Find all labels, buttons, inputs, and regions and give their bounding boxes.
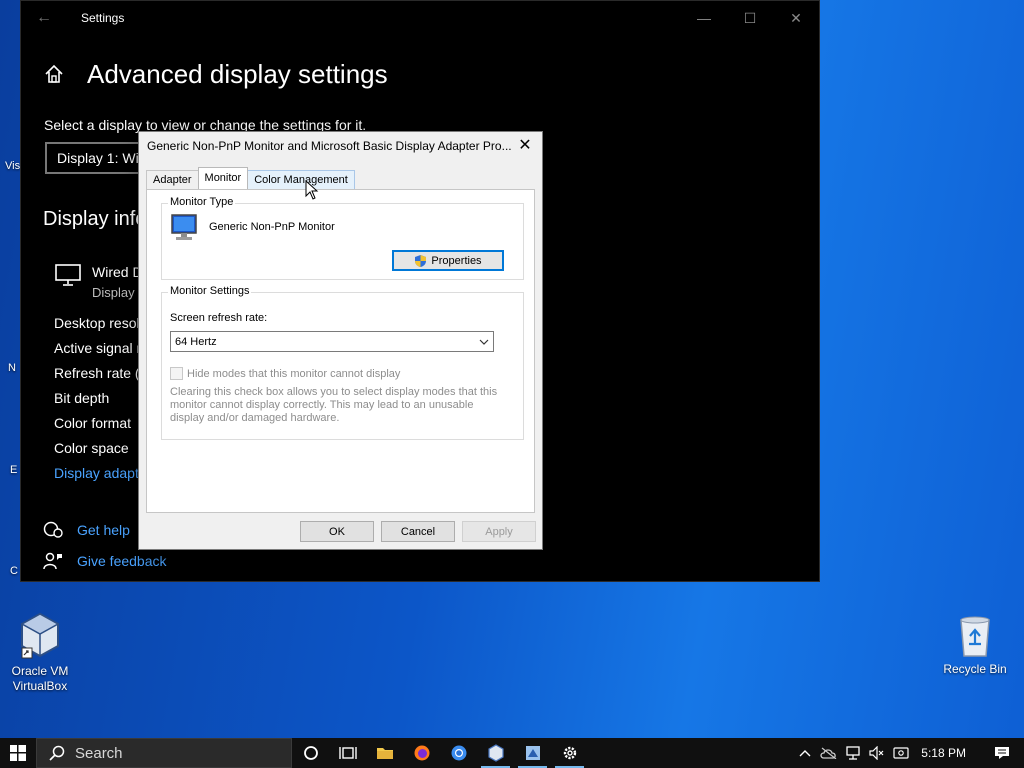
get-help-row[interactable]: Get help bbox=[43, 521, 130, 539]
recycle-bin-label: Recycle Bin bbox=[943, 662, 1007, 676]
firefox-button[interactable] bbox=[403, 738, 440, 768]
taskbar-clock[interactable]: 5:18 PM bbox=[921, 746, 966, 760]
taskbar-search-box[interactable]: Search bbox=[36, 738, 292, 768]
give-feedback-link[interactable]: Give feedback bbox=[77, 553, 167, 569]
info-row: Active signal r bbox=[54, 340, 142, 356]
monitor-icon bbox=[55, 264, 81, 286]
close-icon[interactable]: ✕ bbox=[773, 1, 819, 35]
feedback-person-icon bbox=[43, 552, 62, 570]
chrome-icon bbox=[451, 745, 466, 761]
file-explorer-button[interactable] bbox=[366, 738, 403, 768]
cancel-button[interactable]: Cancel bbox=[381, 521, 455, 542]
properties-button[interactable]: Properties bbox=[392, 250, 504, 271]
monitor-type-group: Monitor Type Generic Non-PnP Monitor Pro… bbox=[161, 196, 524, 280]
monitor-properties-dialog: Generic Non-PnP Monitor and Microsoft Ba… bbox=[138, 131, 543, 550]
uac-shield-icon bbox=[415, 254, 427, 267]
monitor-tab-panel: Monitor Type Generic Non-PnP Monitor Pro… bbox=[146, 189, 535, 513]
search-placeholder: Search bbox=[75, 744, 123, 762]
refresh-rate-label: Screen refresh rate: bbox=[170, 312, 268, 324]
properties-button-label: Properties bbox=[431, 254, 482, 267]
display-keyboard-icon[interactable] bbox=[889, 746, 913, 760]
tab-color-management[interactable]: Color Management bbox=[247, 170, 355, 189]
windows-logo-icon bbox=[10, 745, 26, 761]
apply-button[interactable]: Apply bbox=[462, 521, 536, 542]
chevron-down-icon bbox=[479, 339, 489, 345]
start-button[interactable] bbox=[0, 738, 36, 768]
hide-modes-row: Hide modes that this monitor cannot disp… bbox=[170, 367, 400, 380]
volume-muted-icon[interactable] bbox=[865, 746, 889, 760]
search-icon bbox=[49, 745, 65, 761]
back-arrow-icon[interactable]: ← bbox=[21, 9, 67, 27]
monitor-settings-group: Monitor Settings Screen refresh rate: 64… bbox=[161, 285, 524, 440]
monitor-type-group-label: Monitor Type bbox=[168, 196, 236, 208]
info-row: Bit depth bbox=[54, 390, 110, 406]
info-row: Color format bbox=[54, 415, 132, 431]
refresh-rate-value: 64 Hertz bbox=[175, 335, 217, 348]
monitor-subtitle: Display bbox=[92, 285, 135, 300]
hide-modes-label: Hide modes that this monitor cannot disp… bbox=[187, 367, 401, 380]
info-row: Desktop resol bbox=[54, 315, 140, 331]
monitor-name: Wired D bbox=[92, 264, 143, 280]
minimize-icon[interactable]: — bbox=[681, 1, 727, 35]
chevron-up-icon[interactable] bbox=[793, 749, 817, 757]
action-center-icon[interactable] bbox=[980, 746, 1024, 760]
mouse-cursor-icon bbox=[305, 180, 319, 200]
maximize-icon[interactable]: ☐ bbox=[727, 1, 773, 35]
virtualbox-icon bbox=[20, 612, 60, 659]
tab-adapter[interactable]: Adapter bbox=[146, 170, 199, 189]
monitor-icon bbox=[171, 214, 197, 240]
page-title: Advanced display settings bbox=[87, 59, 388, 89]
desktop-icon-partial-label[interactable]: C bbox=[10, 565, 18, 577]
desktop-icon-virtualbox[interactable]: Oracle VM VirtualBox bbox=[0, 612, 80, 694]
desktop-icon-recycle-bin[interactable]: Recycle Bin bbox=[935, 614, 1015, 677]
desktop-icon-partial-label[interactable]: N bbox=[8, 362, 16, 374]
monitor-type-name: Generic Non-PnP Monitor bbox=[209, 221, 335, 233]
tab-monitor[interactable]: Monitor bbox=[197, 167, 249, 189]
desktop-icon-partial-label[interactable]: Vis bbox=[5, 160, 20, 172]
gear-icon bbox=[563, 746, 576, 760]
desktop-icon-partial-label[interactable]: E bbox=[10, 464, 17, 476]
home-icon[interactable] bbox=[44, 64, 64, 84]
refresh-rate-select[interactable]: 64 Hertz bbox=[170, 331, 494, 352]
virtualbox-taskbar-button[interactable] bbox=[477, 738, 514, 768]
info-row: Color space bbox=[54, 440, 129, 456]
system-tray: 5:18 PM bbox=[793, 738, 1024, 768]
recycle-bin-icon bbox=[960, 616, 990, 657]
task-view-button[interactable] bbox=[329, 738, 366, 768]
cortana-icon bbox=[303, 746, 318, 760]
cortana-button[interactable] bbox=[292, 738, 329, 768]
firefox-icon bbox=[414, 745, 429, 761]
info-row: Refresh rate (I bbox=[54, 365, 144, 381]
virtualbox-icon bbox=[487, 744, 504, 762]
settings-taskbar-button[interactable] bbox=[551, 738, 588, 768]
hide-modes-checkbox[interactable] bbox=[170, 367, 183, 380]
settings-titlebar[interactable]: ← Settings — ☐ ✕ bbox=[21, 1, 819, 35]
settings-window-title: Settings bbox=[81, 11, 125, 25]
onedrive-offline-icon[interactable] bbox=[817, 747, 841, 759]
help-chat-icon bbox=[43, 521, 63, 538]
hide-modes-help-text: Clearing this check box allows you to se… bbox=[170, 386, 498, 424]
virtualbox-label: Oracle VM VirtualBox bbox=[11, 664, 69, 693]
display-info-heading: Display info bbox=[43, 208, 147, 230]
network-icon[interactable] bbox=[841, 746, 865, 760]
taskbar: Search 5:18 PM bbox=[0, 738, 1024, 768]
display-adapter-link[interactable]: Display adapt bbox=[54, 465, 139, 481]
monitor-settings-group-label: Monitor Settings bbox=[168, 285, 252, 297]
remote-desktop-taskbar-button[interactable] bbox=[514, 738, 551, 768]
window-controls: — ☐ ✕ bbox=[681, 1, 819, 35]
close-icon[interactable]: ✕ bbox=[514, 135, 536, 155]
ok-button[interactable]: OK bbox=[300, 521, 374, 542]
get-help-link[interactable]: Get help bbox=[77, 522, 130, 538]
chrome-button[interactable] bbox=[440, 738, 477, 768]
display-settings-app-icon bbox=[525, 746, 540, 760]
folder-icon bbox=[376, 748, 393, 759]
dialog-tabs: Adapter Monitor Color Management bbox=[146, 167, 355, 190]
give-feedback-row[interactable]: Give feedback bbox=[43, 552, 167, 570]
dialog-title: Generic Non-PnP Monitor and Microsoft Ba… bbox=[147, 139, 512, 153]
task-view-icon bbox=[338, 747, 357, 759]
